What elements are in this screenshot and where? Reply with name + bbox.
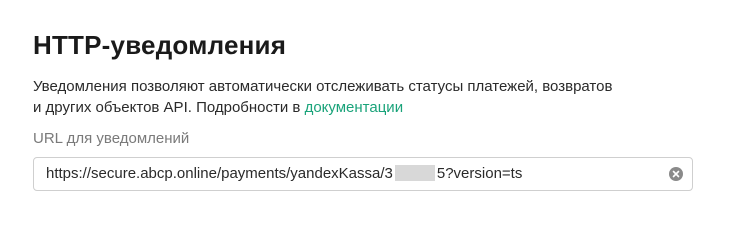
page-title: HTTP-уведомления [33,30,287,60]
notification-url-value[interactable]: https://secure.abcp.online/payments/yand… [46,158,522,190]
redacted-segment [394,165,435,181]
documentation-link[interactable]: документации [305,99,404,116]
url-value-suffix: 5?version=ts [436,165,523,182]
clear-x-icon [672,170,680,178]
notification-url-input[interactable]: https://secure.abcp.online/payments/yand… [33,157,693,191]
description-line-2: и других объектов API. Подробности в док… [33,97,673,118]
section-description: Уведомления позволяют автоматически отсл… [33,76,673,118]
url-value-prefix: https://secure.abcp.online/payments/yand… [46,165,393,182]
clear-input-icon[interactable] [669,167,683,181]
notifications-settings-page: HTTP-уведомления Уведомления позволяют а… [0,0,745,218]
url-field-label: URL для уведомлений [33,130,190,147]
description-line-1: Уведомления позволяют автоматически отсл… [33,78,613,95]
description-line-2-text: и других объектов API. Подробности в [33,99,305,116]
